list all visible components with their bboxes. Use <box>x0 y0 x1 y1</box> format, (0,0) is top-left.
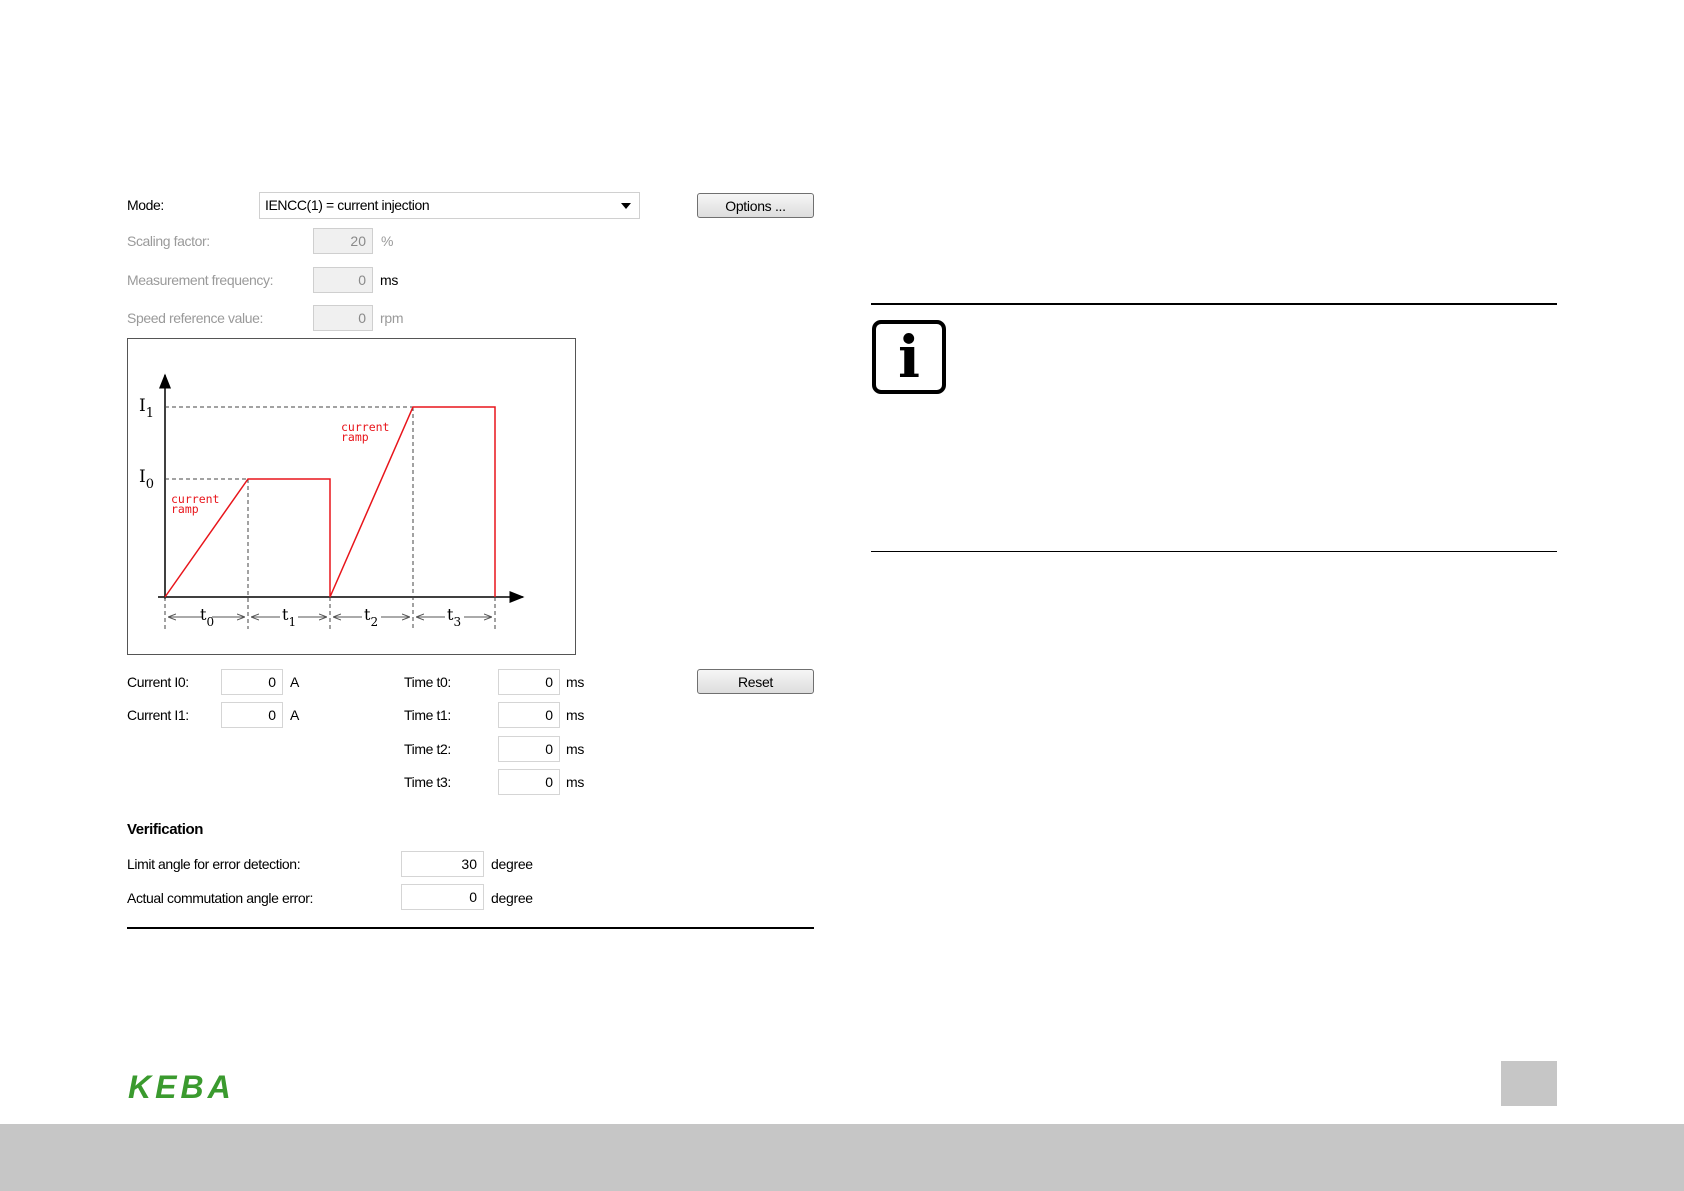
current-injection-diagram: I1 I0 current ramp current ramp t0 t1 t2… <box>127 338 576 655</box>
current-i0-label: Current I0: <box>127 674 189 690</box>
limit-angle-field[interactable] <box>401 851 484 877</box>
verification-heading: Verification <box>127 821 204 838</box>
scaling-factor-label: Scaling factor: <box>127 233 210 249</box>
options-button[interactable]: Options ... <box>697 193 814 218</box>
svg-text:KEBA: KEBA <box>128 1072 235 1102</box>
actual-angle-label: Actual commutation angle error: <box>127 890 314 906</box>
i1-label: I1 <box>139 396 154 421</box>
actual-angle-unit: degree <box>491 890 533 906</box>
time-t2-field[interactable] <box>498 736 560 762</box>
mode-select[interactable]: IENCC(1) = current injection <box>259 192 640 219</box>
time-t3-label: Time t3: <box>404 774 451 790</box>
diagram-svg: I1 I0 current ramp current ramp t0 t1 t2… <box>139 373 525 629</box>
time-t1-field[interactable] <box>498 702 560 728</box>
info-icon: i <box>872 320 946 394</box>
time-t1-label: Time t1: <box>404 707 451 723</box>
current-i1-field[interactable] <box>221 702 283 728</box>
speed-reference-field[interactable] <box>313 305 373 331</box>
current-i1-unit: A <box>290 707 300 723</box>
note-top-rule <box>871 303 1557 305</box>
t1-label: t1 <box>282 605 296 629</box>
ramp-label-1b: ramp <box>171 502 199 516</box>
t0-label: t0 <box>200 605 214 629</box>
time-t3-field[interactable] <box>498 769 560 795</box>
current-i1-label: Current I1: <box>127 707 189 723</box>
ramp-label-2b: ramp <box>341 430 369 444</box>
current-i0-field[interactable] <box>221 669 283 695</box>
time-t0-field[interactable] <box>498 669 560 695</box>
note-bottom-rule <box>871 551 1557 552</box>
reset-button[interactable]: Reset <box>697 669 814 694</box>
time-t0-unit: ms <box>566 674 585 690</box>
section-rule-left <box>127 927 814 929</box>
time-t3-unit: ms <box>566 774 585 790</box>
measurement-frequency-label: Measurement frequency: <box>127 272 274 288</box>
chevron-down-icon[interactable] <box>621 203 631 209</box>
info-glyph: i <box>897 323 921 391</box>
footer-bar <box>0 1124 1684 1191</box>
actual-angle-field[interactable] <box>401 884 484 910</box>
measurement-frequency-unit: ms <box>380 272 399 288</box>
t2-label: t2 <box>364 605 378 629</box>
time-t0-label: Time t0: <box>404 674 451 690</box>
speed-reference-label: Speed reference value: <box>127 310 263 326</box>
page-number-box <box>1501 1061 1557 1106</box>
scaling-factor-unit: % <box>381 233 394 249</box>
keba-logo: KEBA <box>128 1072 235 1102</box>
i0-label: I0 <box>139 467 154 492</box>
measurement-frequency-field[interactable] <box>313 267 373 293</box>
mode-label: Mode: <box>127 197 164 213</box>
limit-angle-label: Limit angle for error detection: <box>127 856 301 872</box>
current-i0-unit: A <box>290 674 300 690</box>
time-t2-unit: ms <box>566 741 585 757</box>
time-t2-label: Time t2: <box>404 741 451 757</box>
t3-label: t3 <box>447 605 461 629</box>
limit-angle-unit: degree <box>491 856 533 872</box>
speed-reference-unit: rpm <box>380 310 404 326</box>
mode-selected-value: IENCC(1) = current injection <box>265 197 430 213</box>
scaling-factor-field[interactable] <box>313 228 373 254</box>
time-t1-unit: ms <box>566 707 585 723</box>
